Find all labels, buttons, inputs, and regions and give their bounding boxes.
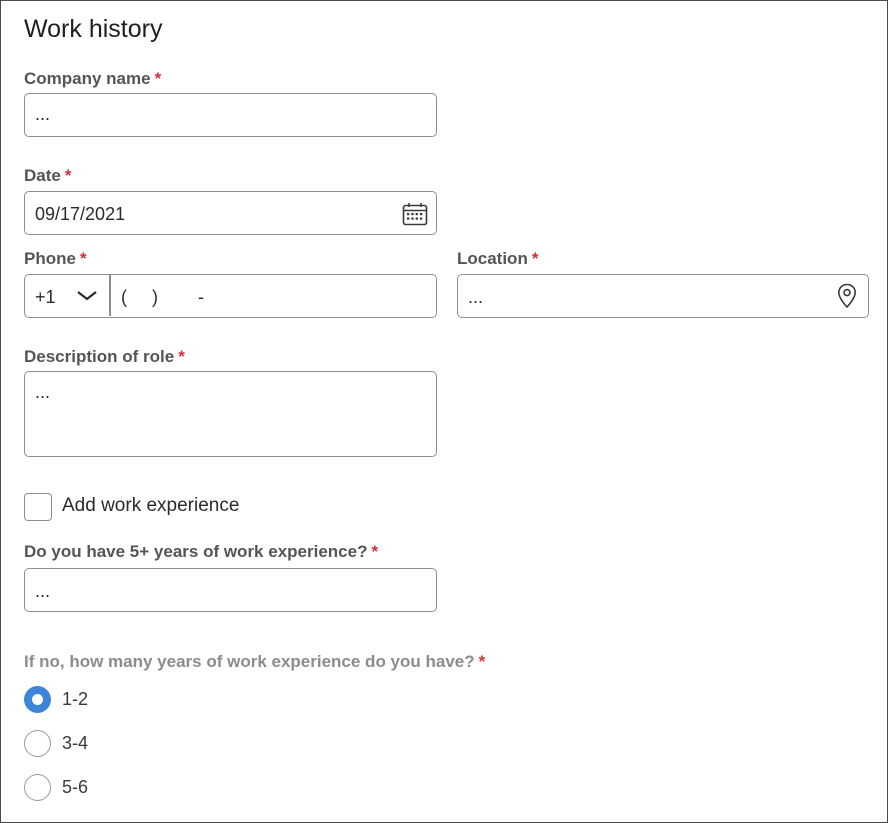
required-marker: * [154,69,162,88]
phone-label: Phone * [24,249,87,268]
required-marker: * [178,347,185,366]
country-code-select[interactable]: +1 [25,275,109,316]
add-work-experience-checkbox[interactable] [24,493,52,521]
location-input[interactable]: ... [457,274,869,318]
country-code-value: +1 [35,287,56,307]
date-input[interactable]: 09/17/2021 [24,191,437,235]
phone-field: +1 ( ) - [24,274,437,318]
required-marker: * [371,542,379,561]
description-textarea[interactable]: ... [24,371,437,457]
location-value: ... [468,287,484,307]
radio-3-4-label: 3-4 [62,733,89,753]
radio-1-2[interactable] [24,686,51,713]
required-marker: * [64,166,72,185]
years-experience-label: If no, how many years of work experience… [24,652,486,671]
add-work-experience-label: Add work experience [62,495,240,516]
company-name-label: Company name * [24,69,162,88]
description-value: ... [35,382,51,402]
required-marker: * [531,249,539,268]
radio-5-6[interactable] [24,774,51,801]
page-title: Work history [24,15,163,43]
five-plus-years-label: Do you have 5+ years of work experience?… [24,542,379,561]
date-label: Date * [24,166,72,185]
calendar-icon[interactable] [402,202,428,226]
phone-divider [109,275,111,316]
location-label: Location * [457,249,539,268]
company-name-value: ... [35,104,51,124]
five-plus-years-value: ... [35,581,51,601]
company-name-input[interactable]: ... [24,93,437,137]
required-marker: * [478,652,486,671]
phone-number-input[interactable]: ( ) - [121,287,204,308]
five-plus-years-input[interactable]: ... [24,568,437,612]
description-label: Description of role * [24,347,185,366]
work-history-form: Work history Company name * ... Date * 09/… [0,0,888,823]
map-pin-icon [837,283,857,309]
chevron-down-icon [76,289,98,303]
radio-1-2-label: 1-2 [62,689,89,709]
date-value: 09/17/2021 [35,204,126,224]
radio-3-4[interactable] [24,730,51,757]
required-marker: * [79,249,87,268]
radio-5-6-label: 5-6 [62,777,89,797]
